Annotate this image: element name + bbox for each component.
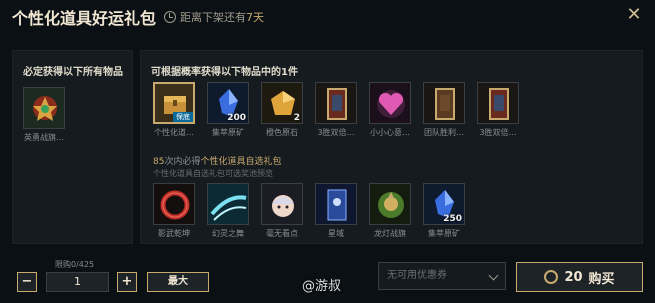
item-count: 250 (443, 214, 462, 224)
price: 20 (564, 269, 583, 285)
pity-reward: 个性化道具自选礼包 (200, 157, 282, 167)
blue-crystal-icon: 250 (423, 183, 465, 225)
item-label: 橙色原石 (266, 128, 298, 137)
reward-item[interactable]: 2 橙色原石 (259, 82, 305, 138)
max-button[interactable]: 最大 (147, 272, 209, 292)
reward-item[interactable]: 200 集萃原矿 (205, 82, 251, 138)
red-ring-icon (153, 183, 195, 225)
item-label: 影武乾坤 (158, 229, 190, 238)
header: 个性化道具好运礼包 距离下架还有 7天 (12, 6, 264, 28)
guarantee-badge: 保底 (173, 112, 193, 122)
increase-button[interactable]: + (117, 272, 137, 292)
item-label: 集萃原矿 (212, 128, 244, 137)
buy-button[interactable]: 20 购买 (516, 262, 643, 292)
currency-icon (544, 270, 559, 284)
item-label: 毫无看点 (266, 229, 298, 238)
timer-value: 7天 (246, 11, 265, 24)
item-label: 团队胜利… (424, 128, 464, 137)
chevron-down-icon (488, 270, 499, 281)
decrease-button[interactable]: − (17, 272, 37, 292)
clock-icon (164, 11, 177, 23)
guaranteed-panel: 必定获得以下所有物品 英勇战旗… (12, 50, 133, 244)
chibi-emote-icon (261, 183, 303, 225)
dialog-title: 个性化道具好运礼包 (12, 9, 157, 28)
item-count: 2 (293, 113, 300, 123)
pool-item[interactable]: 龙灯战旗 (367, 183, 413, 239)
blue-banner-icon (315, 183, 357, 225)
preview-note[interactable]: 个性化道具自选礼包可选奖池预览 (153, 168, 273, 179)
buy-label: 购买 (588, 271, 615, 287)
pity-mid: 次内必得 (164, 157, 201, 167)
item-label: 3胜双倍… (479, 128, 517, 137)
pool-item[interactable]: 星域 (313, 183, 359, 239)
pool-item[interactable]: 影武乾坤 (151, 183, 197, 239)
reward-item[interactable]: 3胜双倍… (313, 82, 359, 138)
reward-item[interactable]: 团队胜利… (421, 82, 467, 138)
item-label: 幻灵之舞 (212, 229, 244, 238)
blue-crystal-icon: 200 (207, 82, 249, 124)
probability-panel: 可根据概率获得以下物品中的1件 保底 个性化道… 200 集萃原矿 2 橙色原石… (140, 50, 643, 244)
item-label: 集萃原矿 (428, 229, 460, 238)
item-label: 英勇战旗… (24, 133, 64, 142)
item-label: 小小心意… (370, 128, 410, 137)
item-count: 200 (227, 113, 246, 123)
cyan-swirl-icon (207, 183, 249, 225)
scroll-card-icon (477, 82, 519, 124)
item-label: 3胜双倍… (317, 128, 355, 137)
quantity-input[interactable]: 1 (46, 272, 109, 292)
pity-count: 85 (153, 157, 165, 167)
scroll-card-icon (315, 82, 357, 124)
orange-gem-icon: 2 (261, 82, 303, 124)
pool-item[interactable]: 250 集萃原矿 (421, 183, 467, 239)
pool-item[interactable]: 幻灵之舞 (205, 183, 251, 239)
banner-icon (23, 87, 65, 129)
pool-item[interactable]: 毫无看点 (259, 183, 305, 239)
coupon-select[interactable]: 无可用优惠券 (378, 262, 506, 290)
team-card-icon (423, 82, 465, 124)
reward-item[interactable]: 小小心意… (367, 82, 413, 138)
timer: 距离下架还有 7天 (164, 9, 264, 25)
green-banner-icon (369, 183, 411, 225)
reward-item[interactable]: 保底 个性化道… (151, 82, 197, 138)
pity-note: 85次内必得个性化道具自选礼包 (153, 154, 281, 167)
coupon-label: 无可用优惠券 (387, 270, 447, 281)
item-label: 星域 (328, 229, 344, 238)
pink-heart-icon (369, 82, 411, 124)
close-icon[interactable]: ✕ (625, 6, 643, 24)
gold-chest-icon: 保底 (153, 82, 195, 124)
timer-prefix: 距离下架还有 (180, 11, 247, 24)
reward-item[interactable]: 3胜双倍… (475, 82, 521, 138)
watermark: @游叔 (302, 279, 342, 294)
item-label: 个性化道… (154, 128, 194, 137)
purchase-limit: 限购0/425 (55, 260, 95, 269)
probability-title: 可根据概率获得以下物品中的1件 (151, 67, 298, 78)
guaranteed-item[interactable]: 英勇战旗… (21, 87, 67, 143)
item-label: 龙灯战旗 (374, 229, 406, 238)
guaranteed-title: 必定获得以下所有物品 (23, 67, 123, 78)
